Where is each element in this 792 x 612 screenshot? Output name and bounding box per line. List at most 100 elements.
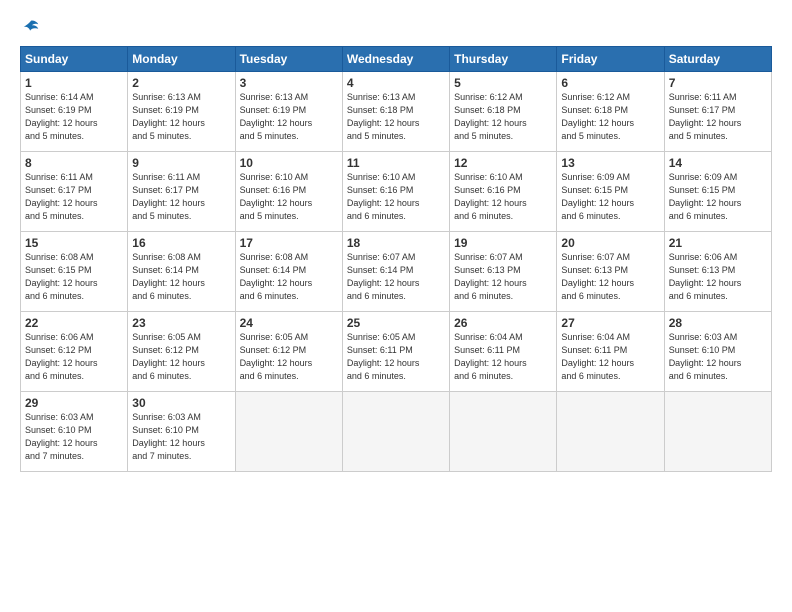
- calendar-cell: 14Sunrise: 6:09 AM Sunset: 6:15 PM Dayli…: [664, 152, 771, 232]
- calendar-cell: 11Sunrise: 6:10 AM Sunset: 6:16 PM Dayli…: [342, 152, 449, 232]
- day-number: 3: [240, 76, 338, 90]
- calendar-cell: [557, 392, 664, 472]
- calendar-cell: 8Sunrise: 6:11 AM Sunset: 6:17 PM Daylig…: [21, 152, 128, 232]
- calendar-cell: 26Sunrise: 6:04 AM Sunset: 6:11 PM Dayli…: [450, 312, 557, 392]
- day-number: 7: [669, 76, 767, 90]
- weekday-header-wednesday: Wednesday: [342, 47, 449, 72]
- calendar-week-4: 22Sunrise: 6:06 AM Sunset: 6:12 PM Dayli…: [21, 312, 772, 392]
- day-number: 9: [132, 156, 230, 170]
- calendar-cell: 15Sunrise: 6:08 AM Sunset: 6:15 PM Dayli…: [21, 232, 128, 312]
- day-info: Sunrise: 6:12 AM Sunset: 6:18 PM Dayligh…: [561, 91, 659, 143]
- calendar-cell: 22Sunrise: 6:06 AM Sunset: 6:12 PM Dayli…: [21, 312, 128, 392]
- weekday-header-saturday: Saturday: [664, 47, 771, 72]
- day-number: 18: [347, 236, 445, 250]
- day-info: Sunrise: 6:13 AM Sunset: 6:19 PM Dayligh…: [132, 91, 230, 143]
- day-number: 6: [561, 76, 659, 90]
- day-number: 4: [347, 76, 445, 90]
- calendar-cell: 7Sunrise: 6:11 AM Sunset: 6:17 PM Daylig…: [664, 72, 771, 152]
- day-info: Sunrise: 6:10 AM Sunset: 6:16 PM Dayligh…: [454, 171, 552, 223]
- calendar-week-5: 29Sunrise: 6:03 AM Sunset: 6:10 PM Dayli…: [21, 392, 772, 472]
- day-info: Sunrise: 6:13 AM Sunset: 6:19 PM Dayligh…: [240, 91, 338, 143]
- day-info: Sunrise: 6:13 AM Sunset: 6:18 PM Dayligh…: [347, 91, 445, 143]
- day-number: 13: [561, 156, 659, 170]
- day-number: 12: [454, 156, 552, 170]
- day-number: 29: [25, 396, 123, 410]
- day-number: 8: [25, 156, 123, 170]
- calendar-cell: [342, 392, 449, 472]
- day-info: Sunrise: 6:04 AM Sunset: 6:11 PM Dayligh…: [454, 331, 552, 383]
- day-info: Sunrise: 6:11 AM Sunset: 6:17 PM Dayligh…: [25, 171, 123, 223]
- calendar-cell: 27Sunrise: 6:04 AM Sunset: 6:11 PM Dayli…: [557, 312, 664, 392]
- weekday-header-tuesday: Tuesday: [235, 47, 342, 72]
- day-number: 10: [240, 156, 338, 170]
- day-number: 22: [25, 316, 123, 330]
- calendar-week-2: 8Sunrise: 6:11 AM Sunset: 6:17 PM Daylig…: [21, 152, 772, 232]
- day-info: Sunrise: 6:05 AM Sunset: 6:11 PM Dayligh…: [347, 331, 445, 383]
- day-number: 16: [132, 236, 230, 250]
- page-header: [20, 18, 772, 36]
- logo: [20, 18, 40, 36]
- calendar-table: SundayMondayTuesdayWednesdayThursdayFrid…: [20, 46, 772, 472]
- day-info: Sunrise: 6:05 AM Sunset: 6:12 PM Dayligh…: [132, 331, 230, 383]
- calendar-cell: 9Sunrise: 6:11 AM Sunset: 6:17 PM Daylig…: [128, 152, 235, 232]
- day-info: Sunrise: 6:07 AM Sunset: 6:13 PM Dayligh…: [561, 251, 659, 303]
- day-info: Sunrise: 6:07 AM Sunset: 6:13 PM Dayligh…: [454, 251, 552, 303]
- day-number: 19: [454, 236, 552, 250]
- calendar-cell: 23Sunrise: 6:05 AM Sunset: 6:12 PM Dayli…: [128, 312, 235, 392]
- day-info: Sunrise: 6:07 AM Sunset: 6:14 PM Dayligh…: [347, 251, 445, 303]
- logo-bird-icon: [22, 18, 40, 36]
- calendar-cell: 4Sunrise: 6:13 AM Sunset: 6:18 PM Daylig…: [342, 72, 449, 152]
- calendar-cell: 29Sunrise: 6:03 AM Sunset: 6:10 PM Dayli…: [21, 392, 128, 472]
- day-number: 20: [561, 236, 659, 250]
- day-info: Sunrise: 6:03 AM Sunset: 6:10 PM Dayligh…: [25, 411, 123, 463]
- day-info: Sunrise: 6:08 AM Sunset: 6:15 PM Dayligh…: [25, 251, 123, 303]
- calendar-cell: 28Sunrise: 6:03 AM Sunset: 6:10 PM Dayli…: [664, 312, 771, 392]
- day-info: Sunrise: 6:11 AM Sunset: 6:17 PM Dayligh…: [669, 91, 767, 143]
- day-info: Sunrise: 6:10 AM Sunset: 6:16 PM Dayligh…: [240, 171, 338, 223]
- calendar-cell: 6Sunrise: 6:12 AM Sunset: 6:18 PM Daylig…: [557, 72, 664, 152]
- day-info: Sunrise: 6:03 AM Sunset: 6:10 PM Dayligh…: [669, 331, 767, 383]
- calendar-cell: [450, 392, 557, 472]
- weekday-header-friday: Friday: [557, 47, 664, 72]
- calendar-cell: 5Sunrise: 6:12 AM Sunset: 6:18 PM Daylig…: [450, 72, 557, 152]
- day-info: Sunrise: 6:09 AM Sunset: 6:15 PM Dayligh…: [561, 171, 659, 223]
- calendar-cell: 25Sunrise: 6:05 AM Sunset: 6:11 PM Dayli…: [342, 312, 449, 392]
- calendar-cell: 3Sunrise: 6:13 AM Sunset: 6:19 PM Daylig…: [235, 72, 342, 152]
- day-number: 23: [132, 316, 230, 330]
- weekday-header-monday: Monday: [128, 47, 235, 72]
- weekday-header-sunday: Sunday: [21, 47, 128, 72]
- calendar-cell: 16Sunrise: 6:08 AM Sunset: 6:14 PM Dayli…: [128, 232, 235, 312]
- day-info: Sunrise: 6:04 AM Sunset: 6:11 PM Dayligh…: [561, 331, 659, 383]
- day-number: 1: [25, 76, 123, 90]
- calendar-cell: 19Sunrise: 6:07 AM Sunset: 6:13 PM Dayli…: [450, 232, 557, 312]
- day-info: Sunrise: 6:09 AM Sunset: 6:15 PM Dayligh…: [669, 171, 767, 223]
- calendar-cell: 21Sunrise: 6:06 AM Sunset: 6:13 PM Dayli…: [664, 232, 771, 312]
- day-info: Sunrise: 6:10 AM Sunset: 6:16 PM Dayligh…: [347, 171, 445, 223]
- day-number: 26: [454, 316, 552, 330]
- day-info: Sunrise: 6:06 AM Sunset: 6:13 PM Dayligh…: [669, 251, 767, 303]
- calendar-cell: 2Sunrise: 6:13 AM Sunset: 6:19 PM Daylig…: [128, 72, 235, 152]
- calendar-cell: 20Sunrise: 6:07 AM Sunset: 6:13 PM Dayli…: [557, 232, 664, 312]
- day-info: Sunrise: 6:08 AM Sunset: 6:14 PM Dayligh…: [240, 251, 338, 303]
- day-number: 24: [240, 316, 338, 330]
- calendar-cell: 13Sunrise: 6:09 AM Sunset: 6:15 PM Dayli…: [557, 152, 664, 232]
- calendar-cell: 24Sunrise: 6:05 AM Sunset: 6:12 PM Dayli…: [235, 312, 342, 392]
- day-number: 5: [454, 76, 552, 90]
- day-number: 28: [669, 316, 767, 330]
- day-info: Sunrise: 6:03 AM Sunset: 6:10 PM Dayligh…: [132, 411, 230, 463]
- day-number: 15: [25, 236, 123, 250]
- calendar-cell: [235, 392, 342, 472]
- day-number: 2: [132, 76, 230, 90]
- calendar-cell: 17Sunrise: 6:08 AM Sunset: 6:14 PM Dayli…: [235, 232, 342, 312]
- calendar-header-row: SundayMondayTuesdayWednesdayThursdayFrid…: [21, 47, 772, 72]
- weekday-header-thursday: Thursday: [450, 47, 557, 72]
- calendar-week-1: 1Sunrise: 6:14 AM Sunset: 6:19 PM Daylig…: [21, 72, 772, 152]
- day-number: 25: [347, 316, 445, 330]
- day-info: Sunrise: 6:14 AM Sunset: 6:19 PM Dayligh…: [25, 91, 123, 143]
- day-info: Sunrise: 6:11 AM Sunset: 6:17 PM Dayligh…: [132, 171, 230, 223]
- day-number: 17: [240, 236, 338, 250]
- calendar-cell: 30Sunrise: 6:03 AM Sunset: 6:10 PM Dayli…: [128, 392, 235, 472]
- day-number: 27: [561, 316, 659, 330]
- day-number: 30: [132, 396, 230, 410]
- day-number: 11: [347, 156, 445, 170]
